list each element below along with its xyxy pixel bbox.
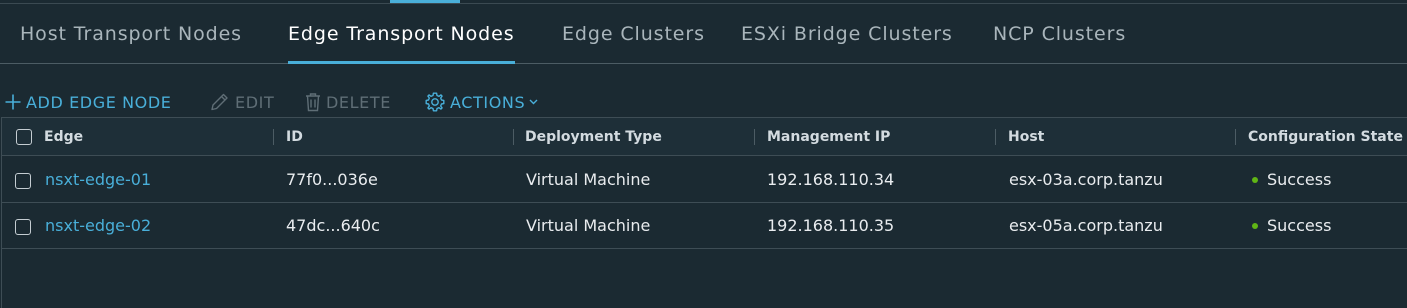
edit-label: EDIT bbox=[235, 92, 275, 112]
column-header-id[interactable]: ID bbox=[286, 118, 303, 156]
column-header-host[interactable]: Host bbox=[1008, 118, 1044, 156]
column-header-edge[interactable]: Edge bbox=[44, 118, 83, 156]
tab-ncp-clusters[interactable]: NCP Clusters bbox=[993, 4, 1126, 64]
table-row[interactable]: nsxt-edge-02 47dc...640c Virtual Machine… bbox=[2, 203, 1407, 249]
column-resize-handle[interactable] bbox=[754, 129, 755, 145]
select-all-checkbox[interactable] bbox=[16, 129, 32, 145]
tab-edge-transport-nodes[interactable]: Edge Transport Nodes bbox=[288, 4, 515, 64]
datagrid-header: Edge ID Deployment Type Management IP Ho… bbox=[2, 118, 1407, 156]
tab-edge-clusters[interactable]: Edge Clusters bbox=[562, 4, 705, 64]
column-resize-handle[interactable] bbox=[1235, 129, 1236, 145]
plus-icon bbox=[4, 93, 22, 111]
edge-name-link[interactable]: nsxt-edge-01 bbox=[45, 157, 151, 203]
table-row[interactable]: nsxt-edge-01 77f0...036e Virtual Machine… bbox=[2, 157, 1407, 203]
add-edge-node-button[interactable]: ADD EDGE NODE bbox=[4, 86, 172, 118]
management-ip: 192.168.110.34 bbox=[767, 170, 895, 189]
success-status-dot-icon bbox=[1252, 176, 1258, 183]
configuration-state-label: Success bbox=[1267, 170, 1332, 189]
tab-esxi-bridge-clusters[interactable]: ESXi Bridge Clusters bbox=[741, 4, 953, 64]
edge-name-link[interactable]: nsxt-edge-02 bbox=[45, 203, 151, 249]
pencil-icon bbox=[209, 92, 231, 112]
gear-icon bbox=[424, 91, 446, 113]
tab-bar: Host Transport Nodes Edge Transport Node… bbox=[0, 4, 1407, 64]
column-header-configuration-state[interactable]: Configuration State bbox=[1248, 118, 1403, 156]
deployment-type: Virtual Machine bbox=[526, 170, 651, 189]
add-edge-node-label: ADD EDGE NODE bbox=[26, 92, 172, 112]
configuration-state: Success bbox=[1252, 157, 1331, 203]
deployment-type: Virtual Machine bbox=[526, 216, 651, 235]
configuration-state: Success bbox=[1252, 203, 1331, 249]
column-resize-handle[interactable] bbox=[273, 129, 274, 145]
column-header-management-ip[interactable]: Management IP bbox=[767, 118, 890, 156]
delete-button[interactable]: DELETE bbox=[304, 86, 391, 118]
action-toolbar: ADD EDGE NODE EDIT DELETE ACTIONS bbox=[0, 86, 1407, 118]
actions-dropdown-button[interactable]: ACTIONS bbox=[424, 86, 538, 118]
column-header-deployment-type[interactable]: Deployment Type bbox=[525, 118, 662, 156]
tab-host-transport-nodes[interactable]: Host Transport Nodes bbox=[20, 4, 242, 64]
chevron-down-icon bbox=[529, 99, 538, 105]
edge-id: 47dc...640c bbox=[286, 216, 380, 235]
row-select-checkbox[interactable] bbox=[15, 219, 31, 235]
edge-id: 77f0...036e bbox=[286, 170, 378, 189]
host-name: esx-05a.corp.tanzu bbox=[1009, 216, 1163, 235]
edit-button[interactable]: EDIT bbox=[209, 86, 274, 118]
actions-label: ACTIONS bbox=[450, 92, 526, 112]
column-resize-handle[interactable] bbox=[995, 129, 996, 145]
trash-icon bbox=[304, 92, 322, 112]
management-ip: 192.168.110.35 bbox=[767, 216, 895, 235]
top-accent-bar bbox=[390, 0, 460, 3]
edge-nodes-datagrid: Edge ID Deployment Type Management IP Ho… bbox=[1, 117, 1407, 308]
column-resize-handle[interactable] bbox=[513, 129, 514, 145]
row-select-checkbox[interactable] bbox=[15, 173, 31, 189]
configuration-state-label: Success bbox=[1267, 216, 1332, 235]
host-name: esx-03a.corp.tanzu bbox=[1009, 170, 1163, 189]
success-status-dot-icon bbox=[1252, 222, 1258, 229]
delete-label: DELETE bbox=[326, 92, 391, 112]
